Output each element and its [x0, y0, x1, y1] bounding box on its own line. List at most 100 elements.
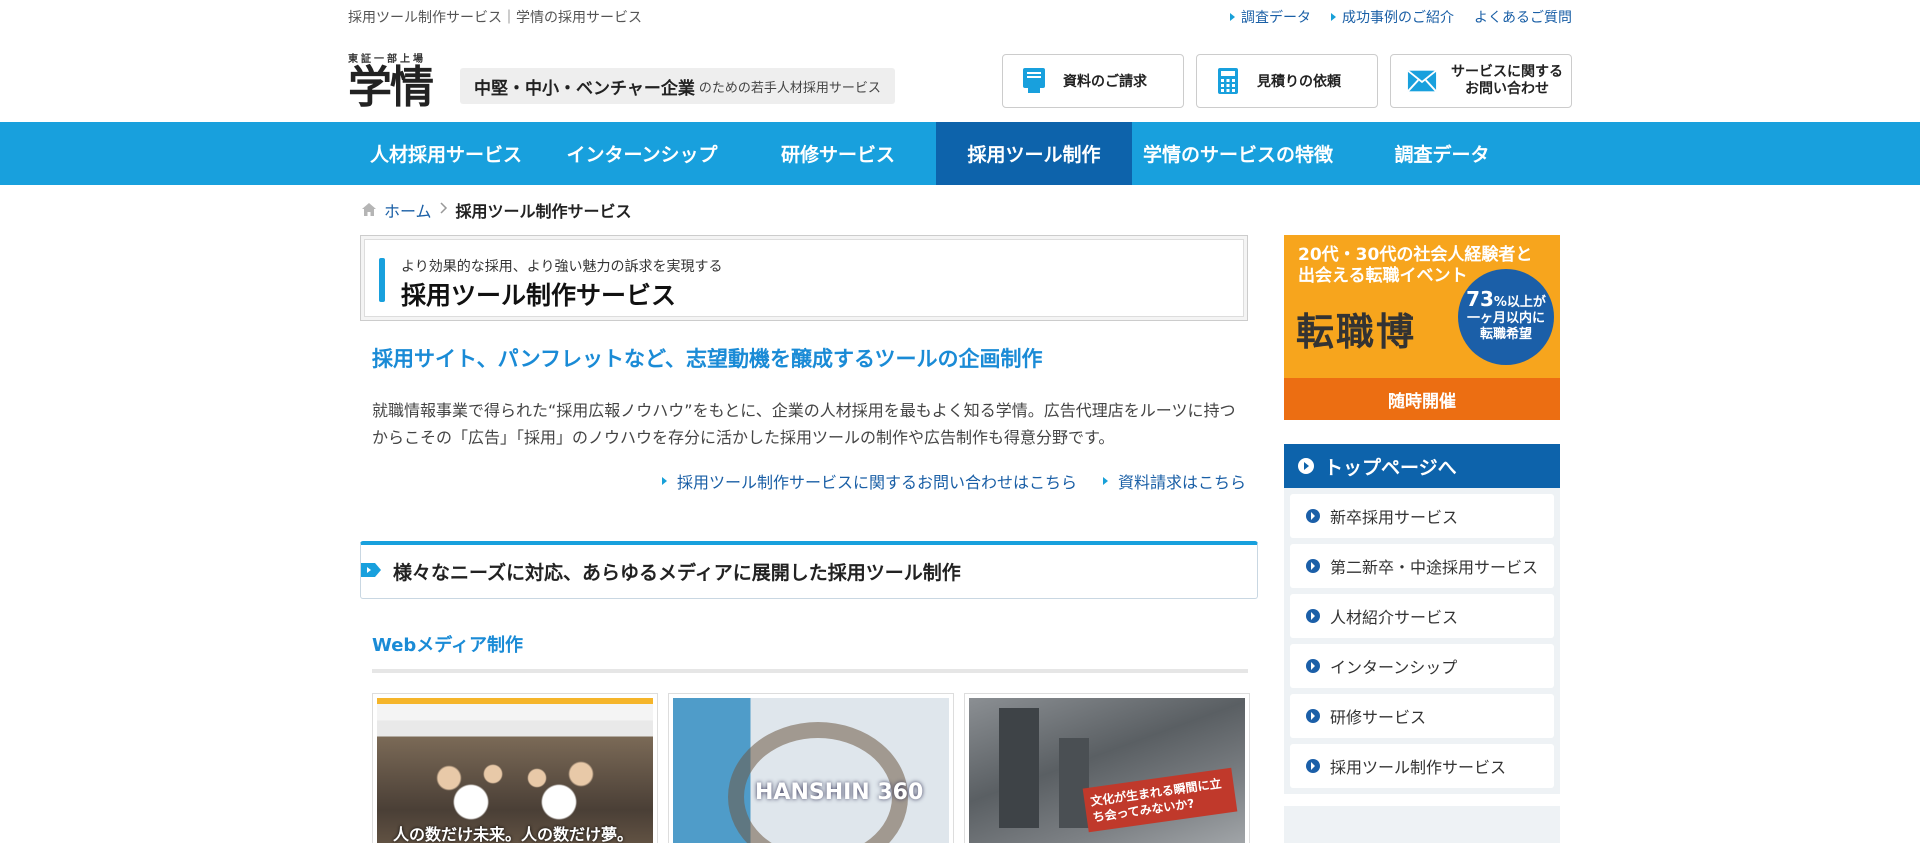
site-subtitle: 採用ツール制作サービス｜学情の採用サービス: [348, 10, 642, 26]
banner-line2: 出会える転職イベント: [1298, 266, 1468, 286]
nav-item-training[interactable]: 研修サービス: [740, 122, 936, 185]
cta-links: 採用ツール制作サービスに関するお問い合わせはこちら 資料請求はこちら: [348, 469, 1246, 493]
breadcrumb-current: 採用ツール制作サービス: [455, 202, 632, 221]
tagline-bold: 中堅・中小・ベンチャー企業: [474, 78, 695, 99]
service-inquiry-label-line1: サービスに関する: [1451, 64, 1563, 80]
tenshokuhaku-banner[interactable]: 20代・30代の社会人経験者と 出会える転職イベント 転職博 73%以上が 一ヶ月…: [1284, 235, 1560, 420]
arrow-right-icon: [1102, 477, 1108, 485]
breadcrumb: ホーム 採用ツール制作サービス: [348, 185, 1572, 235]
work-thumbnail[interactable]: HANSHIN 360: [668, 693, 954, 843]
side-menu-label[interactable]: 採用ツール制作サービス: [1330, 754, 1506, 778]
circle-arrow-icon: [1298, 458, 1314, 474]
side-menu-item-mid-career[interactable]: 第二新卒・中途採用サービス: [1290, 544, 1554, 588]
side-menu-item-internship[interactable]: インターンシップ: [1290, 644, 1554, 688]
breadcrumb-home-link[interactable]: ホーム: [384, 198, 432, 222]
home-icon: [362, 201, 376, 220]
side-menu-item-training[interactable]: 研修サービス: [1290, 694, 1554, 738]
side-menu-label[interactable]: 第二新卒・中途採用サービス: [1330, 554, 1538, 578]
logo-text: 学情: [348, 62, 434, 113]
web-media-heading: Webメディア制作: [372, 631, 1248, 673]
document-icon: [1019, 66, 1049, 96]
banner-footer: 随時開催: [1284, 378, 1560, 420]
arrow-right-icon: [1230, 13, 1235, 21]
header-buttons: 資料のご請求 見積りの依頼 サービスに関する お問い合わせ: [1002, 54, 1572, 108]
service-inquiry-label-line2: お問い合わせ: [1465, 81, 1549, 97]
page-wrapper: 採用ツール制作サービス｜学情の採用サービス 調査データ 成功事例のご紹介 よくあ…: [348, 0, 1572, 122]
nav-label[interactable]: 調査データ: [1394, 140, 1489, 167]
circle-arrow-icon: [1306, 509, 1320, 523]
side-menu-label[interactable]: 人材紹介サービス: [1330, 604, 1458, 628]
side-menu-top-link[interactable]: トップページへ: [1284, 444, 1560, 488]
materials-link[interactable]: 資料請求はこちら: [1102, 469, 1246, 493]
section-heading: 様々なニーズに対応、あらゆるメディアに展開した採用ツール制作: [360, 541, 1258, 599]
nav-label[interactable]: 学情のサービスの特徴: [1143, 140, 1333, 167]
page-subtitle: より効果的な採用、より強い魅力の訴求を実現する: [401, 259, 723, 275]
site-logo[interactable]: 東証一部上場 学情: [348, 50, 448, 111]
side-menu-label[interactable]: 研修サービス: [1330, 704, 1426, 728]
top-link-faq[interactable]: よくあるご質問: [1474, 7, 1572, 27]
top-link-survey-data[interactable]: 調査データ: [1230, 7, 1311, 27]
side-menu-item-tool-production[interactable]: 採用ツール制作サービス: [1290, 744, 1554, 788]
lead-heading: 採用サイト、パンフレットなど、志望動機を醸成するツールの企画制作: [372, 347, 1043, 371]
tagline-small: のための若手人材採用サービス: [698, 80, 881, 96]
side-menu-head-label[interactable]: トップページへ: [1324, 453, 1457, 480]
banner-line1: 20代・30代の社会人経験者と: [1298, 245, 1533, 265]
work-thumbnails: 人の数だけ未来。人の数だけ夢。 HANSHIN 360 文化が生まれる瞬間に立ち…: [372, 693, 1250, 843]
work-image-hanshin: HANSHIN 360: [673, 698, 949, 843]
side-menu-item-new-grad[interactable]: 新卒採用サービス: [1290, 494, 1554, 538]
badge-line2: 一ヶ月以内に: [1466, 311, 1545, 326]
request-materials-button[interactable]: 資料のご請求: [1002, 54, 1184, 108]
sidebar: 20代・30代の社会人経験者と 出会える転職イベント 転職博 73%以上が 一ヶ月…: [1284, 235, 1560, 843]
nav-item-survey-data[interactable]: 調査データ: [1344, 122, 1540, 185]
side-menu-label[interactable]: インターンシップ: [1330, 654, 1457, 678]
intro-paragraph: 就職情報事業で得られた“採用広報ノウハウ”をもとに、企業の人材採用を最もよく知る…: [372, 401, 1236, 447]
top-link-label[interactable]: 調査データ: [1241, 7, 1311, 27]
mail-icon: [1407, 66, 1437, 96]
circle-arrow-icon: [1306, 609, 1320, 623]
nav-item-features[interactable]: 学情のサービスの特徴: [1132, 122, 1344, 185]
nav-label[interactable]: 人材採用サービス: [370, 140, 522, 167]
request-materials-label: 資料のご請求: [1063, 74, 1147, 90]
page-title: 採用ツール制作サービス: [401, 281, 677, 310]
badge-line3: 転職希望: [1479, 327, 1532, 342]
nav-label[interactable]: インターンシップ: [566, 140, 717, 167]
site-header: 東証一部上場 学情 中堅・中小・ベンチャー企業 のための若手人材採用サービス 資…: [348, 34, 1572, 122]
thumb-caption: HANSHIN 360: [755, 780, 924, 805]
request-estimate-button[interactable]: 見積りの依頼: [1196, 54, 1378, 108]
side-menu: トップページへ 新卒採用サービス 第二新卒・中途採用サービス 人材紹介サービス …: [1284, 444, 1560, 794]
service-inquiry-label: サービスに関する お問い合わせ: [1451, 64, 1563, 98]
title-accent-bar: [379, 258, 385, 302]
nav-label[interactable]: 採用ツール制作: [967, 140, 1100, 167]
section-title: 様々なニーズに対応、あらゆるメディアに展開した採用ツール制作: [393, 562, 961, 584]
circle-arrow-icon: [1306, 759, 1320, 773]
nav-item-tool-production[interactable]: 採用ツール制作: [936, 122, 1132, 185]
nav-item-recruitment-services[interactable]: 人材採用サービス: [348, 122, 544, 185]
nav-item-internship[interactable]: インターンシップ: [544, 122, 740, 185]
global-nav: 人材採用サービス インターンシップ 研修サービス 採用ツール制作 学情のサービス…: [0, 122, 1920, 185]
header-tagline: 中堅・中小・ベンチャー企業 のための若手人材採用サービス: [460, 68, 895, 104]
nav-label[interactable]: 研修サービス: [781, 140, 895, 167]
materials-link-label[interactable]: 資料請求はこちら: [1118, 469, 1246, 493]
request-estimate-label: 見積りの依頼: [1257, 74, 1341, 90]
arrow-right-icon: [661, 477, 667, 485]
side-menu-label[interactable]: 新卒採用サービス: [1330, 504, 1458, 528]
top-link-case-studies[interactable]: 成功事例のご紹介: [1331, 7, 1454, 27]
top-links: 調査データ 成功事例のご紹介 よくあるご質問: [1230, 7, 1572, 27]
main-column: より効果的な採用、より強い魅力の訴求を実現する 採用ツール制作サービス 採用サイ…: [348, 235, 1258, 843]
top-link-label[interactable]: 成功事例のご紹介: [1342, 7, 1454, 27]
circle-arrow-icon: [1306, 559, 1320, 573]
top-bar: 採用ツール制作サービス｜学情の採用サービス 調査データ 成功事例のご紹介 よくあ…: [348, 0, 1572, 34]
circle-arrow-icon: [1306, 659, 1320, 673]
inquiry-link-label[interactable]: 採用ツール制作サービスに関するお問い合わせはこちら: [677, 469, 1077, 493]
inquiry-link[interactable]: 採用ツール制作サービスに関するお問い合わせはこちら: [661, 469, 1077, 493]
badge-unit: %以上が: [1493, 295, 1546, 310]
work-thumbnail[interactable]: 人の数だけ未来。人の数だけ夢。: [372, 693, 658, 843]
sidebar-next-block: [1284, 806, 1560, 843]
service-inquiry-button[interactable]: サービスに関する お問い合わせ: [1390, 54, 1572, 108]
work-thumbnail[interactable]: 文化が生まれる瞬間に立ち会ってみないか?: [964, 693, 1250, 843]
banner-logo: 転職博: [1296, 310, 1417, 354]
page-title-box: より効果的な採用、より強い魅力の訴求を実現する 採用ツール制作サービス: [360, 235, 1248, 321]
side-menu-item-placement[interactable]: 人材紹介サービス: [1290, 594, 1554, 638]
top-link-label[interactable]: よくあるご質問: [1474, 7, 1572, 27]
section-marker-icon: [361, 563, 381, 577]
